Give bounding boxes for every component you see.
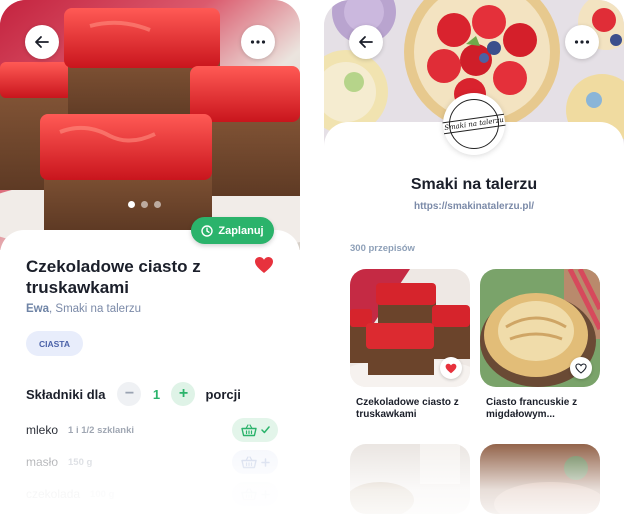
recipe-author[interactable]: Ewa, Smaki na talerzu — [26, 303, 141, 315]
profile-back-button[interactable] — [349, 25, 383, 59]
servings-stepper: − 1 + — [117, 382, 196, 406]
profile-screen: Smaki na talerzu Smaki na talerzu https:… — [324, 0, 624, 521]
more-horizontal-icon — [574, 40, 590, 44]
bottom-fade — [0, 440, 300, 521]
servings-unit: porcji — [205, 386, 241, 402]
recipe-tile[interactable] — [480, 269, 600, 387]
heart-icon — [255, 257, 273, 273]
ingredient-quantity: 1 i 1/2 szklanki — [68, 424, 135, 436]
category-tag[interactable]: CIASTA — [26, 331, 84, 356]
pagination-dot[interactable] — [154, 201, 161, 208]
profile-logo-text: Smaki na talerzu — [442, 113, 506, 135]
profile-more-button[interactable] — [565, 25, 599, 59]
favorite-button[interactable] — [254, 256, 274, 279]
more-horizontal-icon — [250, 40, 266, 44]
tile-favorite-button[interactable] — [440, 357, 462, 379]
recipe-tile[interactable] — [350, 269, 470, 387]
profile-name: Smaki na talerzu — [410, 176, 538, 193]
profile-website-link[interactable]: https://smakinatalerzu.pl/ — [324, 201, 624, 212]
servings-control: Składniki dla − 1 + porcji — [26, 382, 276, 406]
pagination-dot[interactable] — [128, 201, 135, 208]
recipe-count: 300 przepisów — [350, 243, 415, 254]
author-name: Ewa — [26, 303, 50, 315]
servings-decrease-button[interactable]: − — [117, 382, 142, 406]
check-icon — [260, 426, 270, 434]
tile-favorite-button[interactable] — [570, 357, 592, 379]
plan-button[interactable]: Zaplanuj — [191, 217, 274, 244]
recipe-tile-title[interactable]: Czekoladowe ciasto z truskawkami — [356, 397, 474, 421]
clock-icon — [201, 224, 214, 237]
servings-value: 1 — [152, 386, 161, 402]
arrow-left-icon — [359, 36, 373, 48]
back-button[interactable] — [25, 25, 59, 59]
basket-icon — [240, 423, 257, 436]
profile-logo-ring: Smaki na talerzu — [442, 99, 506, 149]
pagination-dot[interactable] — [141, 201, 148, 208]
heart-outline-icon — [575, 362, 587, 374]
recipe-detail-screen: Zaplanuj Czekoladowe ciasto z truskawkam… — [0, 0, 300, 521]
author-source: Smaki na talerzu — [55, 303, 142, 315]
ingredient-row: mleko 1 i 1/2 szklanki — [26, 418, 278, 442]
servings-increase-button[interactable]: + — [171, 382, 196, 406]
heart-icon — [445, 363, 457, 373]
more-options-button[interactable] — [241, 25, 275, 59]
add-to-basket-button[interactable] — [232, 418, 278, 442]
plan-button-label: Zaplanuj — [218, 224, 264, 237]
servings-label: Składniki dla — [26, 386, 106, 402]
ingredient-name: mleko — [26, 423, 59, 437]
recipe-photo[interactable] — [0, 0, 300, 250]
profile-logo: Smaki na talerzu — [442, 93, 506, 155]
photo-pagination-dots[interactable] — [128, 201, 161, 208]
recipe-tile-title[interactable]: Ciasto francuskie z migdałowym... — [486, 397, 604, 421]
arrow-left-icon — [35, 36, 49, 48]
bottom-fade — [324, 440, 624, 521]
recipe-title: Czekoladowe ciasto z truskawkami — [26, 257, 201, 297]
